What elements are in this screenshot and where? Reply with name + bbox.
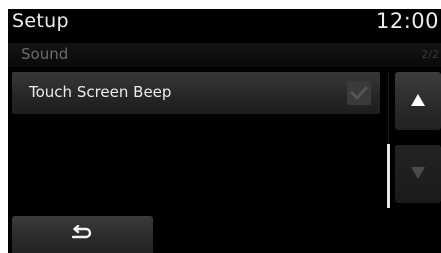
back-arrow-icon [71, 225, 92, 239]
checkmark-icon [350, 86, 368, 100]
triangle-down-icon [411, 167, 425, 179]
triangle-up-icon [411, 94, 425, 106]
section-title: Sound [21, 45, 69, 63]
clock: 12:00 [375, 9, 439, 33]
list-item-touch-screen-beep[interactable]: Touch Screen Beep [12, 72, 380, 114]
scroll-down-button[interactable] [395, 145, 441, 203]
scrollbar-thumb[interactable] [387, 144, 390, 208]
scroll-up-button[interactable] [395, 72, 441, 130]
page-indicator: 2/2 [421, 48, 439, 61]
checkbox[interactable] [347, 81, 371, 105]
setup-screen: Setup 12:00 Sound 2/2 Touch Screen Beep [8, 9, 441, 253]
list-item-label: Touch Screen Beep [29, 83, 172, 101]
section-header: Sound 2/2 [8, 43, 441, 67]
page-title: Setup [12, 10, 69, 32]
back-button[interactable] [12, 216, 153, 253]
